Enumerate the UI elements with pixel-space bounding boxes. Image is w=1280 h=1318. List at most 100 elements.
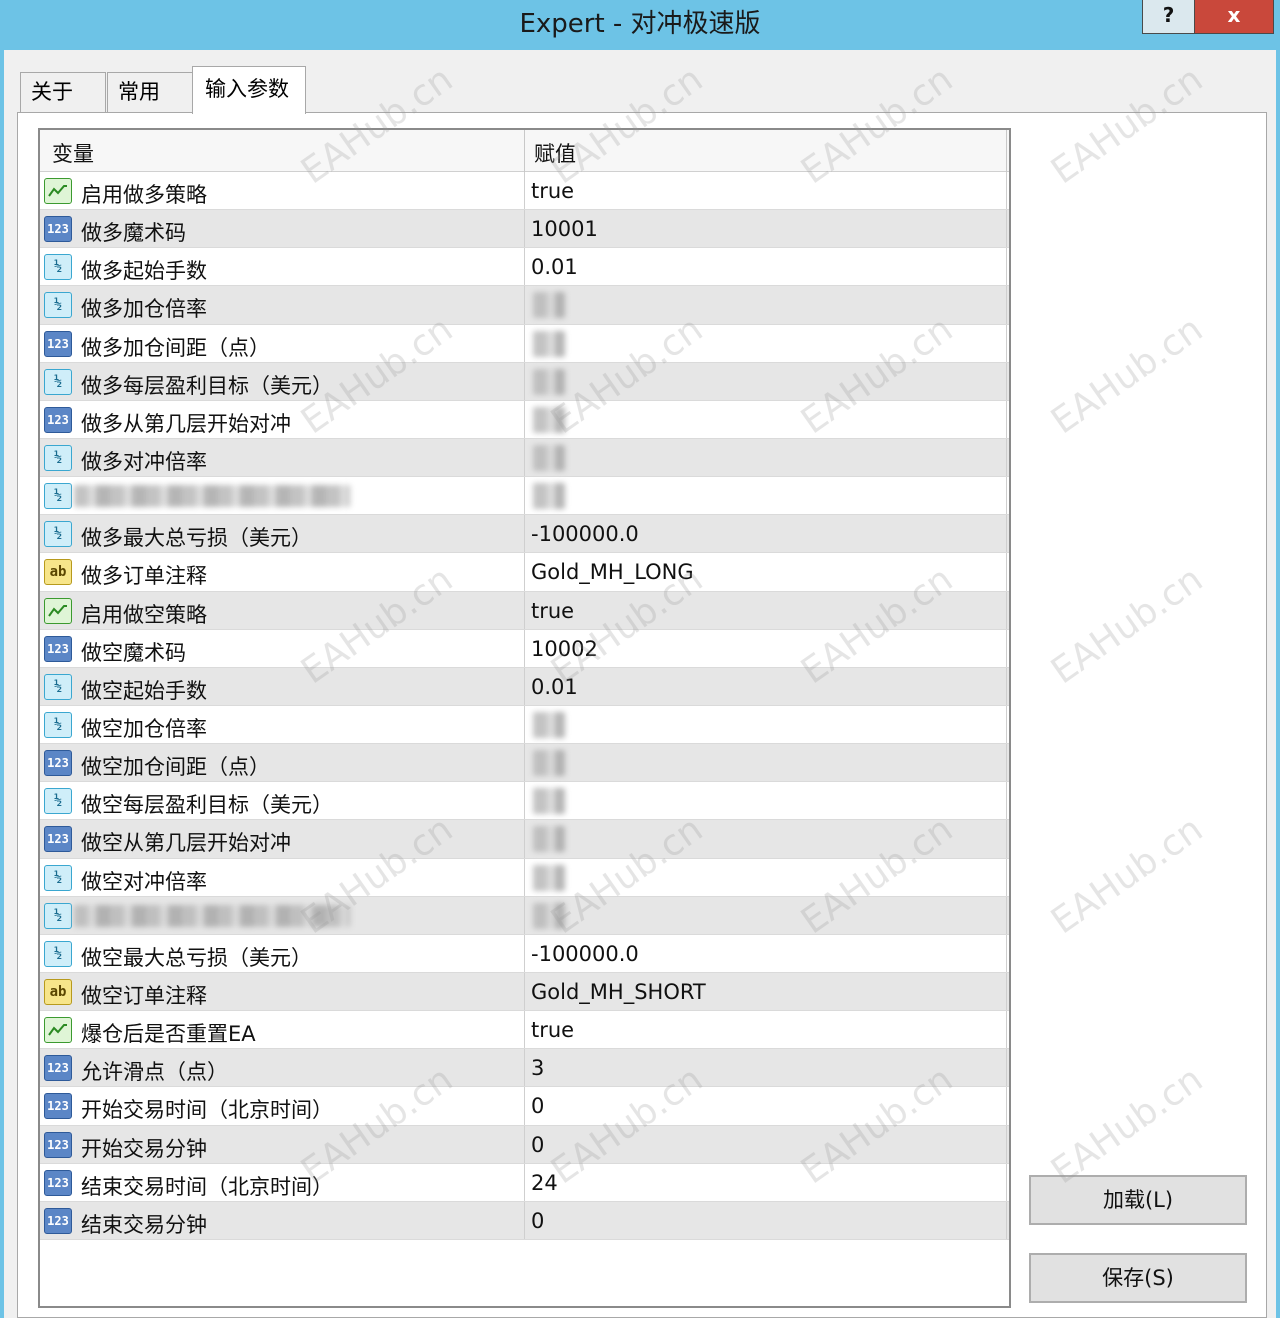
variable-name: 做空订单注释 — [81, 983, 207, 1008]
variable-value[interactable]: 0.01 — [531, 255, 578, 279]
variable-name: 启用做多策略 — [81, 183, 207, 207]
variable-name: 做空从第几层开始对冲 — [81, 831, 291, 856]
table-row[interactable]: 123 做多从第几层开始对冲 — [40, 400, 1009, 439]
variable-value[interactable]: -100000.0 — [531, 942, 639, 966]
variable-name: 做多起始手数 — [81, 259, 207, 284]
table-row[interactable]: ½ — [40, 896, 1009, 935]
table-row[interactable]: ½ — [40, 477, 1009, 516]
title-bar[interactable]: Expert - 对冲极速版 ? x — [0, 0, 1280, 50]
variable-name: 启用做空策略 — [81, 602, 207, 627]
table-row[interactable]: ½ 做多每层盈利目标（美元） — [40, 362, 1009, 401]
variable-value[interactable]: -100000.0 — [531, 522, 639, 546]
double-type-icon: ½ — [44, 902, 72, 929]
load-button[interactable]: 加载(L) — [1029, 1175, 1247, 1225]
redacted-name — [74, 904, 350, 927]
table-row[interactable]: 123 允许滑点（点） 3 — [40, 1049, 1009, 1088]
variable-value[interactable]: true — [531, 1018, 574, 1042]
redacted-value — [533, 483, 565, 510]
table-row[interactable]: ½ 做空每层盈利目标（美元） — [40, 782, 1009, 821]
variable-value[interactable]: 0 — [531, 1209, 544, 1233]
integer-type-icon: 123 — [44, 406, 72, 433]
redacted-value — [533, 406, 565, 433]
variable-name: 开始交易时间（北京时间） — [81, 1098, 333, 1123]
variable-value[interactable]: 10001 — [531, 217, 598, 241]
variable-name: 做空魔术码 — [81, 640, 186, 665]
table-row[interactable]: 123 开始交易时间（北京时间） 0 — [40, 1087, 1009, 1126]
table-row[interactable]: 123 开始交易分钟 0 — [40, 1125, 1009, 1164]
save-button[interactable]: 保存(S) — [1029, 1253, 1247, 1303]
variable-value[interactable]: 3 — [531, 1056, 544, 1080]
variable-name: 允许滑点（点） — [81, 1060, 228, 1085]
variable-value[interactable]: 24 — [531, 1171, 558, 1195]
redacted-value — [533, 750, 565, 777]
table-row[interactable]: 123 做多加仓间距（点） — [40, 324, 1009, 363]
table-row[interactable]: 123 结束交易分钟 0 — [40, 1201, 1009, 1240]
variable-value[interactable]: Gold_MH_SHORT — [531, 980, 706, 1004]
table-row[interactable]: ab 做空订单注释 Gold_MH_SHORT — [40, 972, 1009, 1012]
integer-type-icon: 123 — [44, 750, 72, 777]
redacted-value — [533, 826, 565, 853]
grid-header: 变量 赋值 — [40, 130, 1009, 172]
bool-type-icon — [44, 178, 72, 204]
variable-name: 做空最大总亏损（美元） — [81, 945, 312, 970]
tab-inputs[interactable]: 输入参数 — [192, 66, 306, 114]
table-row[interactable]: ½ 做多最大总亏损（美元） -100000.0 — [40, 515, 1009, 554]
table-row[interactable]: 爆仓后是否重置EA true — [40, 1011, 1009, 1050]
redacted-value — [533, 864, 565, 891]
integer-type-icon: 123 — [44, 1207, 72, 1234]
variable-name: 做空每层盈利目标（美元） — [81, 793, 333, 818]
double-type-icon: ½ — [44, 292, 72, 319]
variable-value[interactable]: 0.01 — [531, 675, 578, 699]
string-type-icon: ab — [44, 978, 72, 1005]
bool-type-icon — [44, 597, 72, 624]
table-row[interactable]: ½ 做多对冲倍率 — [40, 438, 1009, 478]
variable-name: 做多对冲倍率 — [81, 449, 207, 474]
double-type-icon: ½ — [44, 673, 72, 700]
table-row[interactable]: ab 做多订单注释 Gold_MH_LONG — [40, 553, 1009, 592]
column-header-variable[interactable]: 变量 — [52, 138, 94, 168]
variable-name: 做空加仓间距（点） — [81, 755, 270, 780]
table-row[interactable]: ½ 做空最大总亏损（美元） -100000.0 — [40, 934, 1009, 973]
table-row[interactable]: 启用做空策略 true — [40, 591, 1009, 630]
variable-value[interactable]: 0 — [531, 1133, 544, 1157]
double-type-icon: ½ — [44, 864, 72, 891]
variable-value[interactable]: 10002 — [531, 637, 598, 661]
column-header-value[interactable]: 赋值 — [534, 138, 576, 168]
integer-type-icon: 123 — [44, 216, 72, 243]
variable-value[interactable]: 0 — [531, 1094, 544, 1118]
variable-name: 结束交易时间（北京时间） — [81, 1174, 333, 1199]
table-row[interactable]: 123 做空从第几层开始对冲 — [40, 820, 1009, 859]
integer-type-icon: 123 — [44, 1131, 72, 1158]
integer-type-icon: 123 — [44, 1093, 72, 1120]
table-row[interactable]: 123 结束交易时间（北京时间） 24 — [40, 1163, 1009, 1202]
variable-value[interactable]: Gold_MH_LONG — [531, 560, 694, 584]
integer-type-icon: 123 — [44, 826, 72, 853]
variable-value[interactable]: true — [531, 599, 574, 623]
table-row[interactable]: ½ 做空对冲倍率 — [40, 858, 1009, 897]
table-row[interactable]: ½ 做多起始手数 0.01 — [40, 248, 1009, 287]
parameters-grid[interactable]: 变量 赋值 启用做多策略 true 123 做多魔术码 10001 ½ 做多起始手数 0.01… — [38, 128, 1011, 1308]
table-row[interactable]: 123 做空魔术码 10002 — [40, 629, 1009, 668]
variable-name: 做多每层盈利目标（美元） — [81, 373, 333, 398]
table-row[interactable]: ½ 做空加仓倍率 — [40, 705, 1009, 745]
redacted-value — [533, 788, 565, 815]
window-title: Expert - 对冲极速版 — [519, 9, 761, 39]
close-button[interactable]: x — [1194, 0, 1274, 34]
variable-value[interactable]: true — [531, 179, 574, 203]
table-row[interactable]: 123 做空加仓间距（点） — [40, 744, 1009, 783]
table-row[interactable]: ½ 做多加仓倍率 — [40, 286, 1009, 325]
variable-name: 做多魔术码 — [81, 221, 186, 246]
tab-common[interactable]: 常用 — [107, 72, 193, 112]
variable-name: 做多加仓间距（点） — [81, 335, 270, 360]
table-row[interactable]: 123 做多魔术码 10001 — [40, 210, 1009, 249]
redacted-value — [533, 330, 565, 357]
redacted-value — [533, 444, 565, 471]
table-row[interactable]: 启用做多策略 true — [40, 172, 1009, 211]
help-button[interactable]: ? — [1142, 0, 1195, 34]
double-type-icon: ½ — [44, 254, 72, 281]
bool-type-icon — [44, 1017, 72, 1044]
variable-name: 做多加仓倍率 — [81, 297, 207, 322]
table-row[interactable]: ½ 做空起始手数 0.01 — [40, 667, 1009, 706]
double-type-icon: ½ — [44, 788, 72, 815]
tab-about[interactable]: 关于 — [20, 72, 106, 112]
